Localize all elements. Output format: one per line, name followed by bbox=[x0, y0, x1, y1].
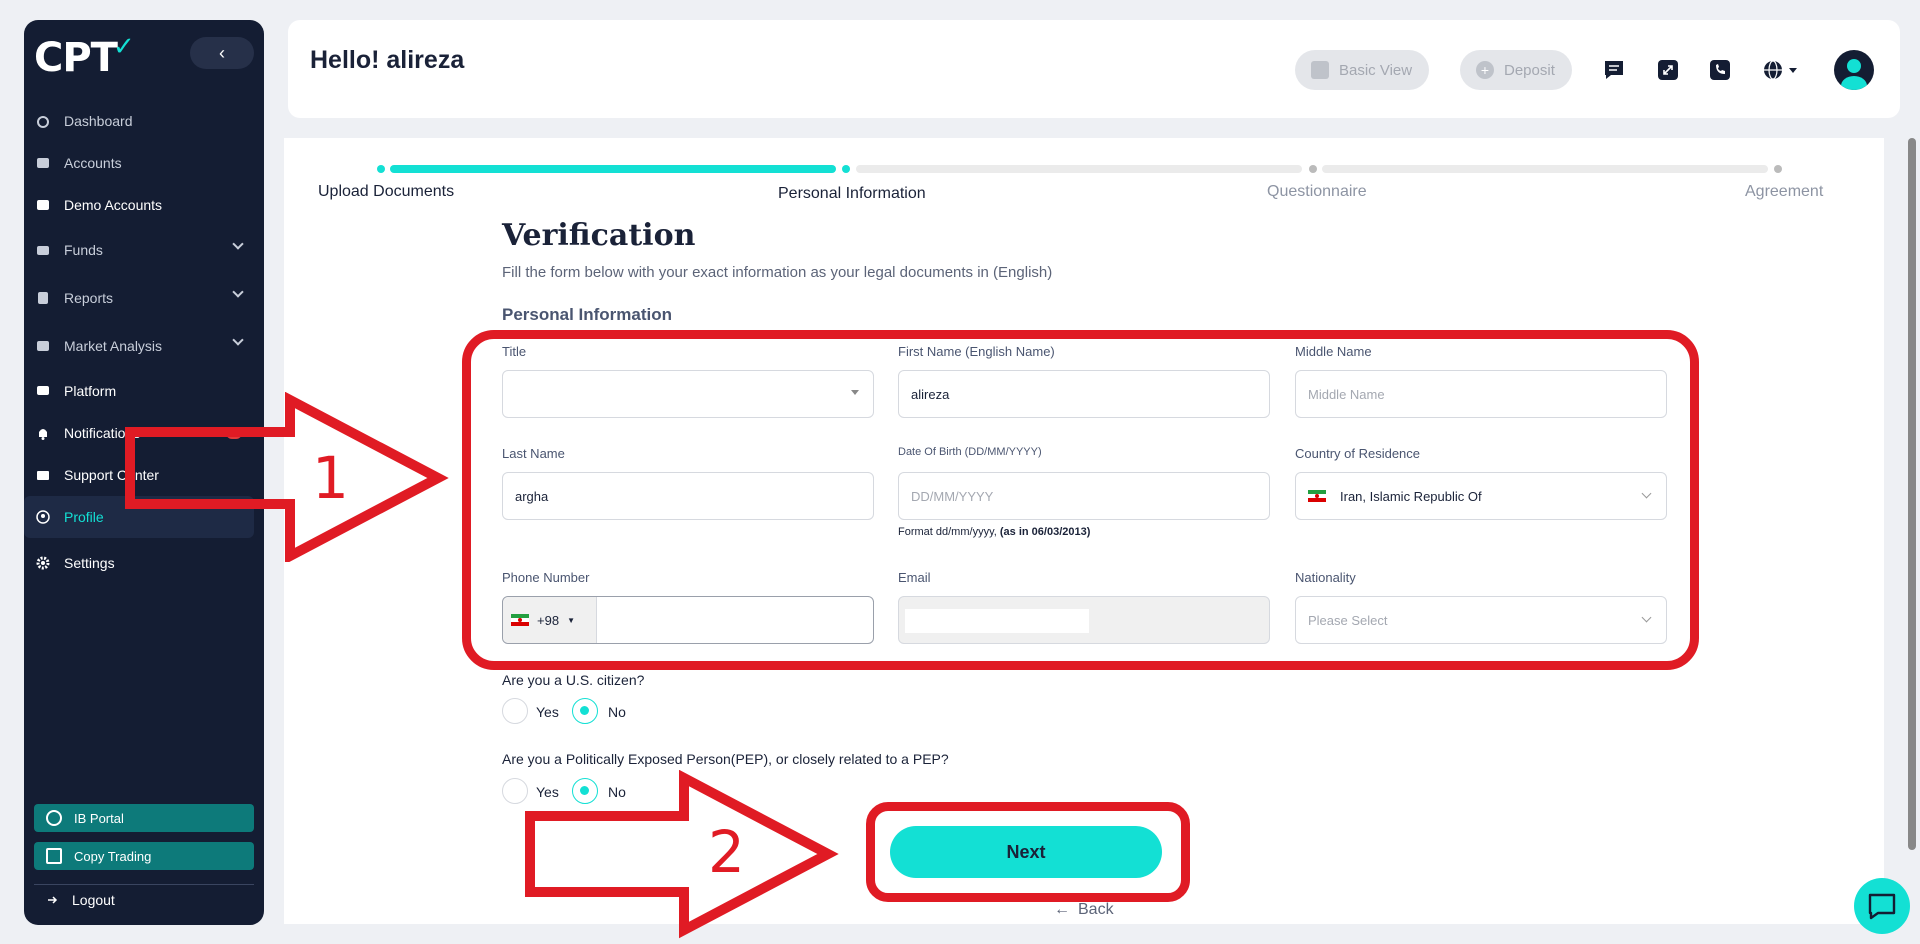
page-title: Verification bbox=[502, 218, 696, 253]
sidebar-item-label: Dashboard bbox=[64, 113, 133, 129]
basic-view-label: Basic View bbox=[1339, 61, 1413, 79]
accounts-icon bbox=[36, 156, 50, 170]
user-circle-icon bbox=[36, 510, 50, 524]
step-dot-upload-documents bbox=[377, 165, 385, 173]
gear-icon bbox=[36, 556, 50, 570]
step-progress-line bbox=[856, 165, 1302, 173]
step-dot-questionnaire bbox=[1309, 165, 1317, 173]
wallet-icon bbox=[36, 243, 50, 257]
sidebar-item-label: Profile bbox=[64, 509, 104, 525]
us-citizen-yes-radio[interactable] bbox=[502, 698, 528, 724]
user-circle-icon bbox=[46, 810, 62, 826]
plus-icon: + bbox=[1476, 61, 1494, 79]
us-citizen-no-radio[interactable] bbox=[572, 698, 598, 724]
reports-icon bbox=[36, 291, 50, 305]
annotation-number-2: 2 bbox=[708, 818, 745, 886]
dashboard-icon bbox=[36, 114, 50, 128]
fullscreen-icon[interactable] bbox=[1656, 58, 1680, 82]
sidebar-item-market-analysis[interactable]: Market Analysis bbox=[24, 322, 264, 370]
copy-trading-button[interactable]: Copy Trading bbox=[34, 842, 254, 870]
sidebar-item-label: Demo Accounts bbox=[64, 197, 163, 213]
ib-portal-label: IB Portal bbox=[74, 810, 124, 826]
chevron-left-icon: ‹ bbox=[219, 42, 225, 63]
language-globe-icon[interactable] bbox=[1762, 58, 1802, 82]
sidebar-item-label: Reports bbox=[64, 290, 114, 306]
demo-accounts-icon bbox=[36, 198, 50, 212]
deposit-label: Deposit bbox=[1504, 61, 1555, 79]
logout-button[interactable]: Logout bbox=[34, 884, 254, 914]
sidebar-item-dashboard[interactable]: Dashboard bbox=[24, 100, 264, 142]
sidebar-item-funds[interactable]: Funds bbox=[24, 226, 264, 274]
step-dot-agreement bbox=[1774, 165, 1782, 173]
chevron-down-icon bbox=[232, 286, 244, 298]
annotation-number-1: 1 bbox=[312, 444, 349, 512]
sidebar-item-demo-accounts[interactable]: Demo Accounts bbox=[24, 184, 264, 226]
us-citizen-no-label[interactable]: No bbox=[608, 704, 626, 720]
collapse-sidebar-button[interactable]: ‹ bbox=[190, 37, 254, 69]
sidebar-item-label: Settings bbox=[64, 555, 115, 571]
chat-widget-button[interactable] bbox=[1854, 878, 1910, 934]
us-citizen-yes-label[interactable]: Yes bbox=[536, 704, 559, 720]
annotation-box-2 bbox=[866, 802, 1190, 902]
annotation-arrow-2 bbox=[525, 770, 839, 939]
copy-trading-label: Copy Trading bbox=[74, 848, 152, 864]
deposit-button[interactable]: + Deposit bbox=[1460, 50, 1572, 90]
back-link[interactable]: ← Back bbox=[1054, 901, 1114, 919]
section-heading: Personal Information bbox=[502, 305, 673, 324]
platform-icon bbox=[36, 384, 50, 398]
copy-icon bbox=[46, 848, 62, 864]
step-progress-line bbox=[1322, 165, 1768, 173]
scrollbar[interactable] bbox=[1908, 122, 1918, 930]
greeting: Hello! alireza bbox=[310, 46, 465, 74]
pep-question: Are you a Politically Exposed Person(PEP… bbox=[502, 751, 949, 767]
logout-icon bbox=[46, 893, 60, 907]
chat-icon bbox=[1868, 893, 1896, 920]
step-personal-information[interactable]: Personal Information bbox=[778, 185, 926, 203]
step-upload-documents[interactable]: Upload Documents bbox=[318, 183, 454, 201]
annotation-box-1 bbox=[462, 330, 1699, 670]
us-citizen-question: Are you a U.S. citizen? bbox=[502, 672, 645, 688]
chevron-down-icon bbox=[232, 334, 244, 346]
sidebar-item-reports[interactable]: Reports bbox=[24, 274, 264, 322]
sidebar-item-label: Market Analysis bbox=[64, 338, 163, 354]
market-analysis-icon bbox=[36, 339, 50, 353]
sidebar-item-label: Accounts bbox=[64, 155, 122, 171]
sidebar-item-label: Platform bbox=[64, 383, 117, 399]
ib-portal-button[interactable]: IB Portal bbox=[34, 804, 254, 832]
chevron-down-icon bbox=[232, 238, 244, 250]
bell-icon bbox=[36, 426, 50, 440]
step-progress-line bbox=[390, 165, 836, 173]
logo: CPT ✓ bbox=[34, 32, 135, 81]
back-label: Back bbox=[1078, 901, 1114, 918]
scrollbar-thumb[interactable] bbox=[1908, 138, 1916, 850]
annotation-arrow-1 bbox=[125, 392, 449, 562]
messages-icon[interactable] bbox=[1602, 58, 1626, 82]
mail-icon bbox=[36, 468, 50, 482]
sidebar-item-accounts[interactable]: Accounts bbox=[24, 142, 264, 184]
step-questionnaire[interactable]: Questionnaire bbox=[1267, 183, 1367, 201]
basic-view-icon bbox=[1311, 61, 1329, 79]
phone-icon[interactable] bbox=[1708, 58, 1732, 82]
logout-label: Logout bbox=[72, 891, 115, 908]
step-agreement[interactable]: Agreement bbox=[1745, 183, 1823, 201]
avatar[interactable] bbox=[1834, 50, 1874, 90]
basic-view-button[interactable]: Basic View bbox=[1295, 50, 1429, 90]
top-header: Hello! alireza Basic View + Deposit bbox=[288, 20, 1900, 118]
page-subtitle: Fill the form below with your exact info… bbox=[502, 264, 1053, 281]
arrow-left-icon: ← bbox=[1054, 901, 1070, 918]
step-dot-personal-information bbox=[842, 165, 850, 173]
sidebar-item-label: Funds bbox=[64, 242, 103, 258]
